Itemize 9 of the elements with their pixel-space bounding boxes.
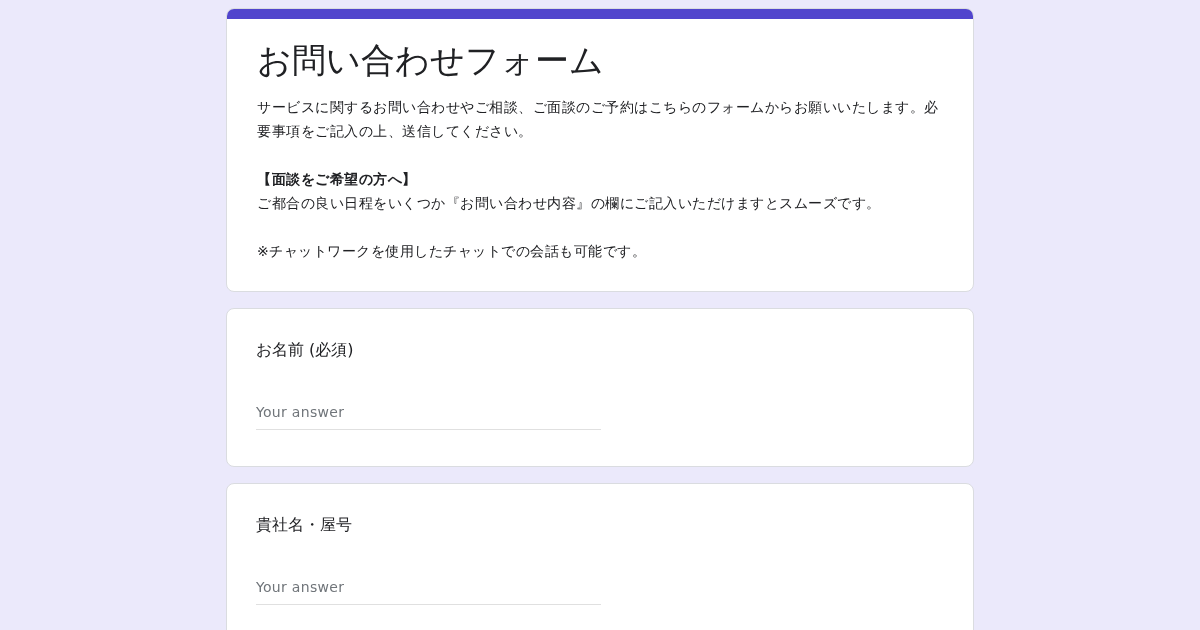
form-title: お問い合わせフォーム [257, 39, 605, 82]
form-description: 【面談をご希望の方へ】 [257, 170, 418, 189]
form-description: サービスに関するお問い合わせやご相談、ご面談のご予約はこちらのフォームからお願いいたします。必要事項をご記入の上、送信してください。 [257, 98, 940, 141]
question-label: 貴社名・屋号 [256, 514, 353, 536]
question-label: お名前 (必須) [256, 339, 355, 361]
answer-field[interactable]: Your answer [256, 402, 601, 430]
answer-field[interactable]: Your answer [256, 577, 601, 605]
form-description: ※チャットワークを使用したチャットでの会話も可能です。 [257, 242, 648, 261]
form-description: ご都合の良い日程をいくつか『お問い合わせ内容』の欄にご記入いただけますとスムーズです。 [257, 194, 882, 213]
